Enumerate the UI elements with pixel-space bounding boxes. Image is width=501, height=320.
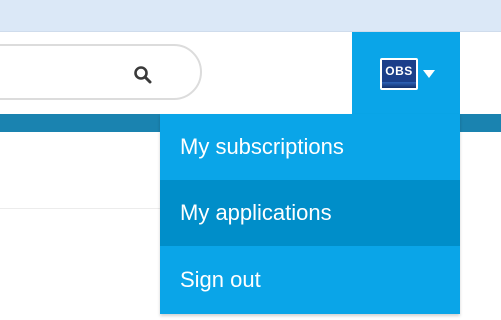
search-box[interactable]: [0, 44, 202, 100]
avatar-label: OBS: [385, 64, 413, 78]
user-menu-button[interactable]: OBS: [352, 32, 460, 114]
divider: [0, 208, 160, 209]
menu-item-my-subscriptions[interactable]: My subscriptions: [160, 114, 460, 180]
page: OBS My subscriptions My applications Sig…: [0, 0, 501, 320]
menu-item-sign-out[interactable]: Sign out: [160, 246, 460, 314]
user-dropdown: My subscriptions My applications Sign ou…: [160, 114, 460, 314]
search-icon[interactable]: [132, 64, 154, 86]
avatar[interactable]: OBS: [380, 58, 418, 90]
menu-item-my-applications[interactable]: My applications: [160, 180, 460, 246]
top-strip: [0, 0, 501, 32]
chevron-down-icon[interactable]: [423, 70, 435, 78]
